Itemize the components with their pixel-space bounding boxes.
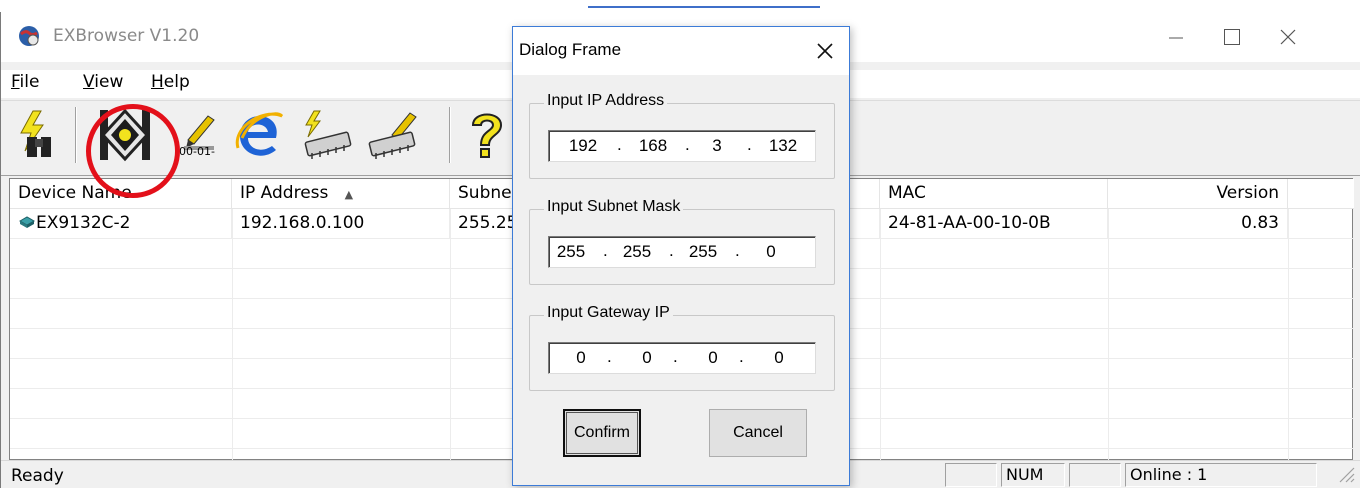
status-pane-num: NUM	[1001, 463, 1065, 487]
version-cell: 0.83	[1108, 209, 1288, 239]
gw-octet-4[interactable]: 0	[757, 348, 801, 368]
menu-help[interactable]: Help	[151, 72, 190, 92]
ip-dot: .	[603, 241, 608, 260]
close-icon	[1280, 29, 1296, 45]
gateway-label: Input Gateway IP	[544, 304, 673, 322]
dialog-title-bar: Dialog Frame	[513, 27, 849, 75]
ip-address-field[interactable]: 192 . 168 . 3 . 132	[548, 130, 816, 162]
status-text: Ready	[11, 466, 64, 486]
column-divider	[232, 209, 233, 461]
device-icon	[18, 216, 36, 228]
close-icon	[817, 43, 833, 59]
gw-octet-3[interactable]: 0	[691, 348, 735, 368]
dialog-close-button[interactable]	[807, 35, 843, 67]
cancel-button[interactable]: Cancel	[709, 409, 807, 457]
column-mac[interactable]: MAC	[880, 179, 1108, 209]
ip-octet-2[interactable]: 168	[631, 136, 675, 156]
minimize-icon	[1169, 37, 1183, 39]
top-cropped-strip	[0, 0, 1360, 10]
sort-ascending-icon: ▲	[344, 188, 354, 201]
ip-dot: .	[735, 241, 740, 260]
ip-address-group: Input IP Address 192 . 168 . 3 . 132	[529, 92, 835, 179]
toolbar-separator-2	[449, 107, 451, 163]
resize-grip-icon[interactable]	[1337, 465, 1355, 483]
close-window-button[interactable]	[1265, 18, 1311, 56]
status-pane-scroll	[1069, 463, 1121, 487]
menu-file[interactable]: File	[11, 72, 39, 92]
mask-octet-1[interactable]: 255	[549, 242, 593, 262]
gateway-field[interactable]: 0 . 0 . 0 . 0	[548, 342, 816, 374]
ip-dot: .	[685, 135, 690, 154]
highlight-circle-annotation	[86, 104, 180, 198]
gw-octet-1[interactable]: 0	[559, 348, 603, 368]
firmware-upgrade-button[interactable]	[297, 105, 357, 165]
toolbar-separator	[75, 107, 77, 163]
web-browser-icon	[235, 112, 284, 156]
dialog-title: Dialog Frame	[519, 40, 622, 59]
mac-snippet-text: 00-01-	[179, 145, 215, 158]
maximize-icon	[1224, 29, 1240, 45]
dialog-frame: Dialog Frame Input IP Address 192 . 168 …	[512, 26, 850, 486]
minimize-button[interactable]	[1153, 18, 1199, 56]
mask-octet-2[interactable]: 255	[615, 242, 659, 262]
search-device-icon	[20, 110, 51, 157]
mask-octet-3[interactable]: 255	[681, 242, 725, 262]
column-divider	[1288, 209, 1289, 461]
subnet-mask-label: Input Subnet Mask	[544, 198, 684, 216]
status-pane-caps	[945, 463, 997, 487]
ip-dot: .	[673, 347, 678, 366]
search-device-button[interactable]	[9, 105, 69, 165]
gateway-group: Input Gateway IP 0 . 0 . 0 . 0	[529, 304, 835, 391]
device-name-cell: EX9132C-2	[10, 209, 232, 239]
help-icon	[471, 113, 503, 158]
ip-octet-1[interactable]: 192	[561, 136, 605, 156]
window-title: EXBrowser V1.20	[53, 26, 200, 46]
ip-dot: .	[739, 347, 744, 366]
column-divider	[450, 209, 451, 461]
mask-octet-4[interactable]: 0	[749, 242, 793, 262]
edit-device-icon	[368, 112, 417, 159]
column-divider	[1108, 209, 1109, 461]
ip-address-label: Input IP Address	[544, 92, 668, 110]
ip-dot: .	[669, 241, 674, 260]
subnet-mask-group: Input Subnet Mask 255 . 255 . 255 . 0	[529, 198, 835, 285]
ip-address-cell: 192.168.0.100	[232, 209, 450, 239]
web-browser-button[interactable]	[229, 105, 289, 165]
cropped-link-underline	[588, 6, 820, 8]
ip-octet-3[interactable]: 3	[695, 136, 739, 156]
firmware-upgrade-icon	[304, 110, 352, 159]
status-pane-online: Online : 1	[1125, 463, 1317, 487]
help-button[interactable]	[457, 105, 517, 165]
edit-device-button[interactable]	[363, 105, 423, 165]
ip-dot: .	[747, 135, 752, 154]
column-divider	[880, 209, 881, 461]
column-ip-address[interactable]: IP Address ▲	[232, 179, 450, 209]
subnet-mask-field[interactable]: 255 . 255 . 255 . 0	[548, 236, 816, 268]
menu-view[interactable]: View	[83, 72, 123, 92]
mac-cell: 24-81-AA-00-10-0B	[880, 209, 1108, 239]
maximize-button[interactable]	[1209, 18, 1255, 56]
confirm-button[interactable]: Confirm	[563, 409, 641, 457]
ip-octet-4[interactable]: 132	[761, 136, 805, 156]
gw-octet-2[interactable]: 0	[625, 348, 669, 368]
ip-dot: .	[617, 135, 622, 154]
app-globe-icon	[19, 26, 39, 46]
column-version[interactable]: Version	[1108, 179, 1288, 209]
ip-dot: .	[607, 347, 612, 366]
